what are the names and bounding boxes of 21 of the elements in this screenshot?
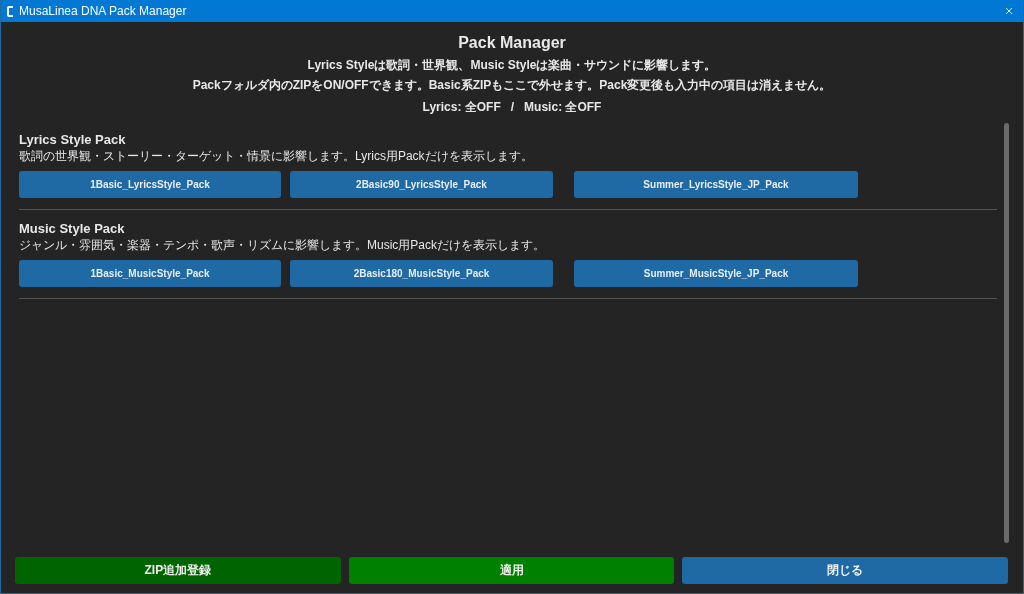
pack-button[interactable]: 2Basic90_LyricsStyle_Pack [290, 171, 553, 198]
page-title: Pack Manager [458, 34, 566, 52]
apply-button[interactable]: 適用 [348, 557, 675, 584]
status-text: Lyrics: 全OFF / Music: 全OFF [422, 100, 602, 114]
pack-button[interactable]: Summer_LyricsStyle_JP_Pack [574, 171, 858, 198]
info-text: Lyrics Styleは歌詞・世界観、Music Styleは楽曲・サウンドに影響します。 [307, 58, 717, 72]
pack-button[interactable]: 1Basic_LyricsStyle_Pack [19, 171, 281, 198]
section-description: ジャンル・雰囲気・楽器・テンポ・歌声・リズムに影響します。Music用Packだけを表示します。 [19, 238, 546, 252]
scrollbar[interactable] [1004, 123, 1009, 543]
pack-button[interactable]: 1Basic_MusicStyle_Pack [19, 260, 281, 287]
pack-button[interactable]: 2Basic180_MusicStyle_Pack [290, 260, 553, 287]
info-text: Packフォルダ内のZIPをON/OFFできます。Basic系ZIPもここで外せます。Pack変更後も入力中の項目は消えません。 [192, 78, 832, 92]
app-icon [7, 5, 14, 17]
section-description: 歌詞の世界観・ストーリー・ターゲット・情景に影響します。Lyrics用Packだけを表示します。 [19, 149, 534, 163]
add-button[interactable]: ZIP追加登録 [15, 557, 341, 584]
close-button[interactable]: 閉じる [682, 557, 1008, 584]
close-icon[interactable] [1005, 7, 1013, 15]
section-title: Music Style Pack [19, 221, 126, 237]
pack-button[interactable]: Summer_MusicStyle_JP_Pack [574, 260, 858, 287]
window-title: MusaLinea DNA Pack Manager [19, 4, 187, 18]
section-title: Lyrics Style Pack [19, 132, 127, 148]
